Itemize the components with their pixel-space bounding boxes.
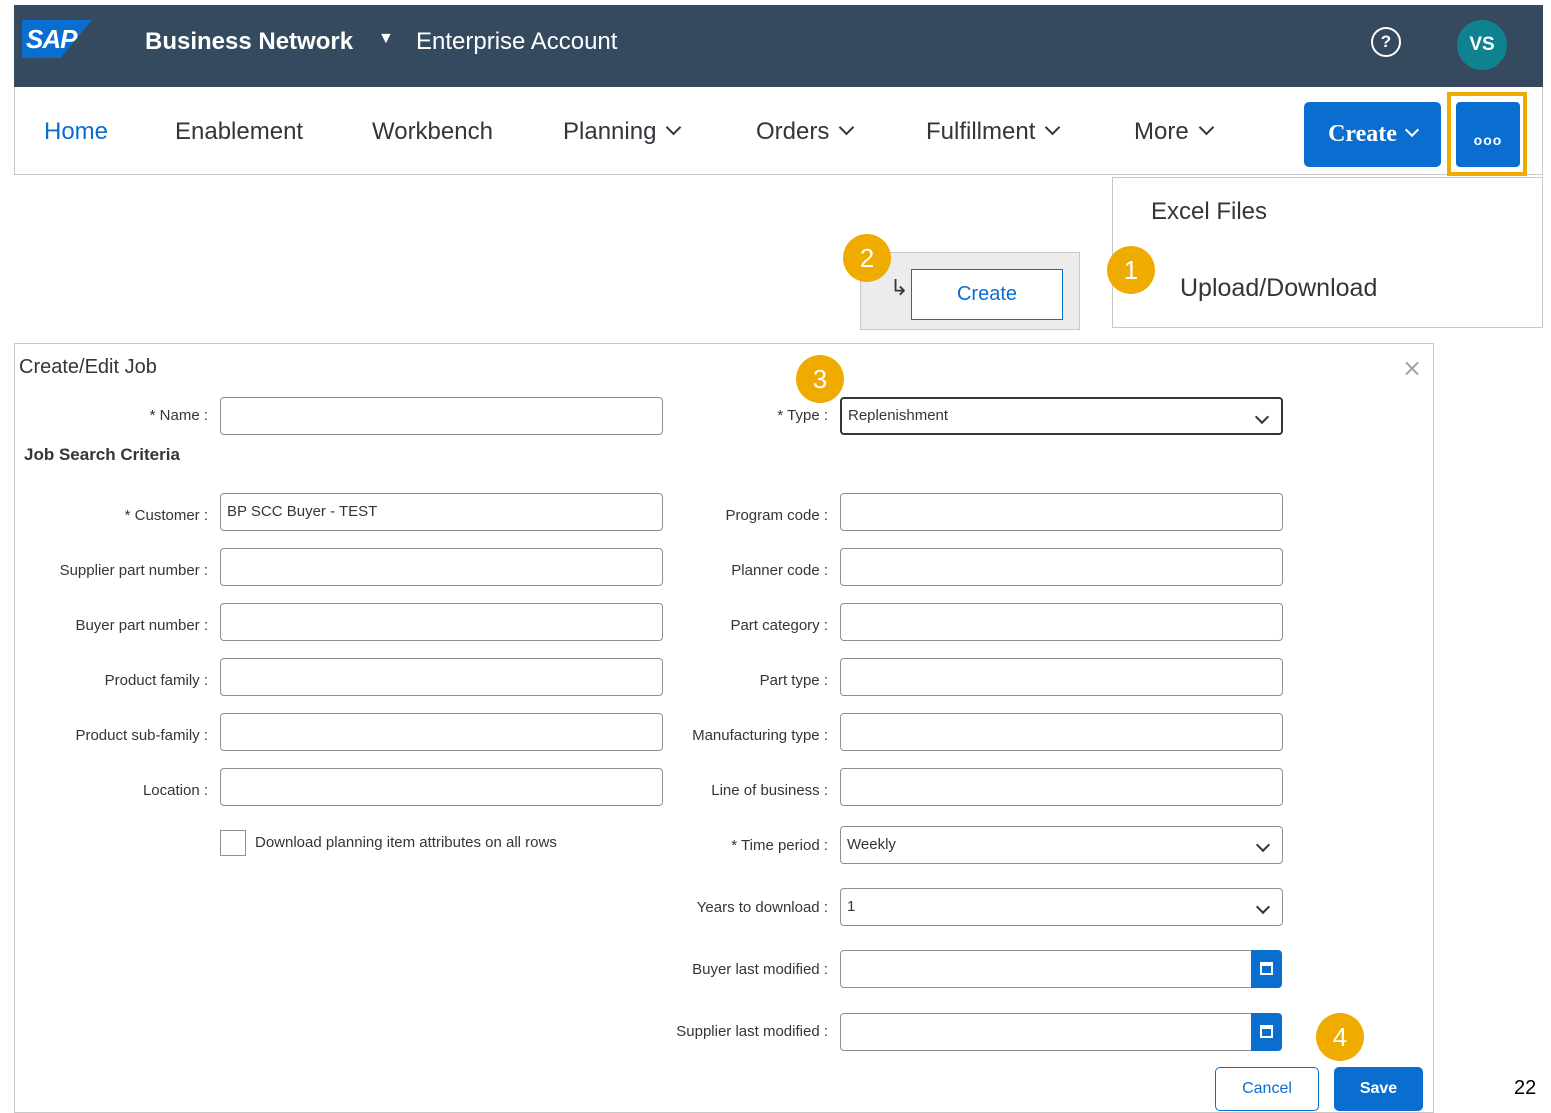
chevron-down-icon [839, 119, 855, 136]
product-family-field[interactable] [220, 658, 663, 696]
dialog-title: Create/Edit Job [19, 356, 157, 378]
buyer-part-number-field[interactable] [220, 603, 663, 641]
product-sub-family-field[interactable] [220, 713, 663, 751]
highlight-box [1447, 92, 1527, 176]
supplier-last-modified-field[interactable] [840, 1013, 1252, 1051]
years-to-download-select[interactable]: 1 [840, 888, 1283, 926]
nav-orders-label: Orders [756, 118, 830, 145]
name-field[interactable] [220, 397, 663, 435]
submenu-create-button[interactable]: Create [911, 269, 1063, 320]
nav-more[interactable]: More [1134, 118, 1214, 146]
menu-group-excel-files: Excel Files [1151, 198, 1268, 225]
type-label: * Type : [777, 407, 828, 424]
nav-enablement[interactable]: Enablement [175, 118, 303, 146]
nav-orders[interactable]: Orders [756, 118, 855, 146]
step-marker-2: 2 [843, 234, 891, 282]
menu-item-upload-download[interactable]: Upload/Download [1180, 274, 1377, 303]
avatar[interactable]: VS [1457, 20, 1507, 70]
manufacturing-type-label: Manufacturing type : [692, 727, 828, 744]
chevron-down-icon [1254, 409, 1270, 425]
chevron-down-icon [1198, 119, 1214, 136]
calendar-icon[interactable] [1251, 1013, 1282, 1051]
location-field[interactable] [220, 768, 663, 806]
account-title: Enterprise Account [416, 28, 618, 55]
chevron-down-icon [666, 119, 682, 136]
supplier-last-modified-label: Supplier last modified : [676, 1023, 828, 1040]
years-to-download-label: Years to download : [696, 899, 828, 916]
time-period-label: * Time period : [731, 837, 828, 854]
part-type-field[interactable] [840, 658, 1283, 696]
close-icon[interactable]: × [1402, 354, 1422, 382]
nav-workbench[interactable]: Workbench [372, 118, 493, 146]
program-code-label: Program code : [725, 507, 828, 524]
planner-code-label: Planner code : [731, 562, 828, 579]
line-of-business-label: Line of business : [711, 782, 828, 799]
product-family-label: Product family : [104, 672, 208, 689]
type-select-value: Replenishment [848, 407, 949, 424]
calendar-icon[interactable] [1251, 950, 1282, 988]
type-select[interactable]: Replenishment [840, 397, 1283, 435]
page-number: 22 [1514, 1077, 1537, 1099]
nav-fulfillment-label: Fulfillment [926, 118, 1036, 145]
buyer-part-number-label: Buyer part number : [75, 617, 208, 634]
save-button[interactable]: Save [1334, 1067, 1423, 1111]
nav-planning-label: Planning [563, 118, 657, 145]
help-icon[interactable]: ? [1371, 27, 1401, 57]
download-attributes-label: Download planning item attributes on all… [255, 834, 557, 851]
nav-planning[interactable]: Planning [563, 118, 682, 146]
step-marker-1: 1 [1107, 246, 1155, 294]
supplier-part-number-field[interactable] [220, 548, 663, 586]
chevron-down-icon [1255, 837, 1271, 853]
line-of-business-field[interactable] [840, 768, 1283, 806]
customer-label: * Customer : [124, 507, 208, 524]
create-menu-label: Create [1328, 121, 1397, 147]
buyer-last-modified-label: Buyer last modified : [692, 961, 828, 978]
time-period-select[interactable]: Weekly [840, 826, 1283, 864]
planner-code-field[interactable] [840, 548, 1283, 586]
supplier-part-number-label: Supplier part number : [59, 562, 208, 579]
buyer-last-modified-field[interactable] [840, 950, 1252, 988]
chevron-down-icon [1045, 119, 1061, 136]
part-category-field[interactable] [840, 603, 1283, 641]
create-menu-button[interactable]: Create [1304, 102, 1441, 167]
customer-field[interactable]: BP SCC Buyer - TEST [220, 493, 663, 531]
section-heading: Job Search Criteria [24, 445, 180, 464]
step-marker-3: 3 [796, 355, 844, 403]
nav-home[interactable]: Home [44, 118, 108, 146]
product-switcher[interactable]: Business Network [145, 28, 353, 56]
step-marker-4: 4 [1316, 1013, 1364, 1061]
name-label: * Name : [149, 407, 208, 424]
time-period-value: Weekly [847, 836, 896, 853]
manufacturing-type-field[interactable] [840, 713, 1283, 751]
product-sub-family-label: Product sub-family : [75, 727, 208, 744]
years-to-download-value: 1 [847, 898, 856, 915]
nav-fulfillment[interactable]: Fulfillment [926, 118, 1061, 146]
chevron-down-icon [1404, 122, 1419, 138]
cancel-button[interactable]: Cancel [1215, 1067, 1319, 1111]
chevron-down-icon [1255, 899, 1271, 915]
nav-more-label: More [1134, 118, 1189, 145]
part-category-label: Part category : [730, 617, 828, 634]
sub-arrow-icon: ↳ [890, 276, 909, 301]
program-code-field[interactable] [840, 493, 1283, 531]
part-type-label: Part type : [759, 672, 828, 689]
caret-down-icon[interactable]: ▼ [378, 30, 394, 48]
location-label: Location : [142, 782, 208, 799]
download-attributes-checkbox[interactable] [220, 830, 246, 856]
